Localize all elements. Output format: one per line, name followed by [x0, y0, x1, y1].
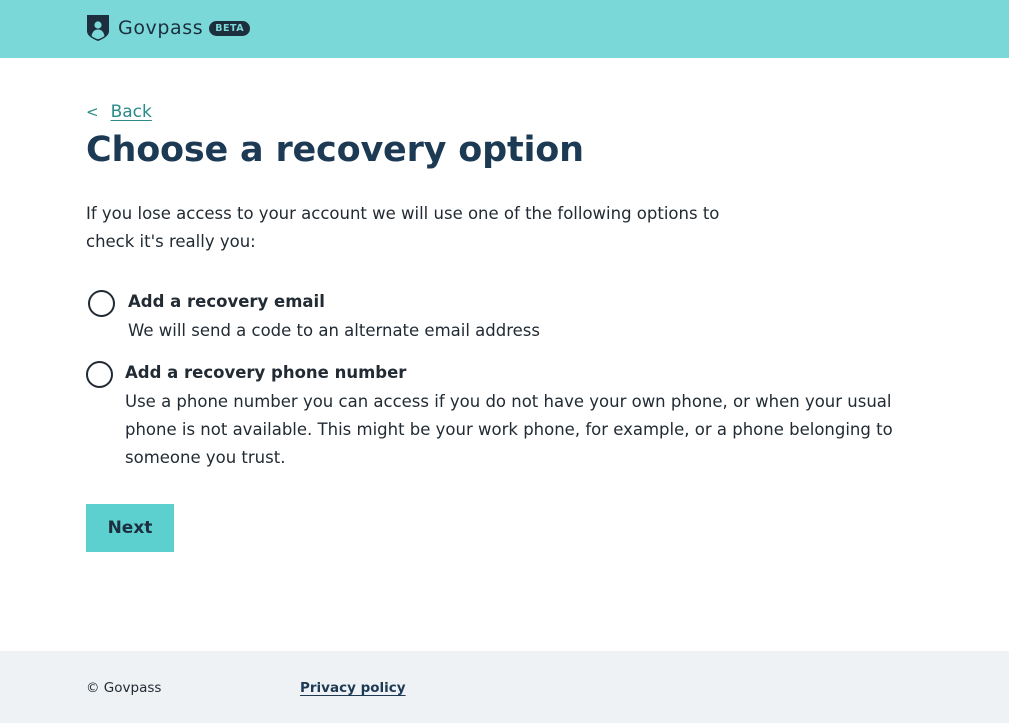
site-footer: © Govpass Privacy policy	[0, 651, 1009, 723]
recovery-phone-title: Add a recovery phone number	[125, 363, 407, 382]
back-link-label: Back	[110, 102, 152, 122]
recovery-email-radio[interactable]	[88, 290, 115, 317]
page-title: Choose a recovery option	[86, 130, 584, 170]
shield-icon	[87, 15, 109, 41]
next-button[interactable]: Next	[86, 504, 174, 552]
recovery-email-title: Add a recovery email	[128, 292, 325, 311]
recovery-phone-radio[interactable]	[86, 361, 113, 388]
site-header: Govpass BETA	[0, 0, 1009, 58]
privacy-policy-link[interactable]: Privacy policy	[300, 680, 406, 696]
back-link[interactable]: < Back	[86, 102, 152, 122]
brand-logo[interactable]: Govpass BETA	[86, 14, 251, 42]
recovery-email-description: We will send a code to an alternate emai…	[128, 321, 540, 340]
brand-name: Govpass	[118, 17, 204, 39]
intro-text: If you lose access to your account we wi…	[86, 204, 720, 251]
chevron-left-icon: <	[86, 103, 99, 121]
recovery-phone-description: Use a phone number you can access if you…	[125, 392, 893, 467]
copyright-text: © Govpass	[86, 680, 162, 696]
beta-badge: BETA	[209, 20, 251, 36]
